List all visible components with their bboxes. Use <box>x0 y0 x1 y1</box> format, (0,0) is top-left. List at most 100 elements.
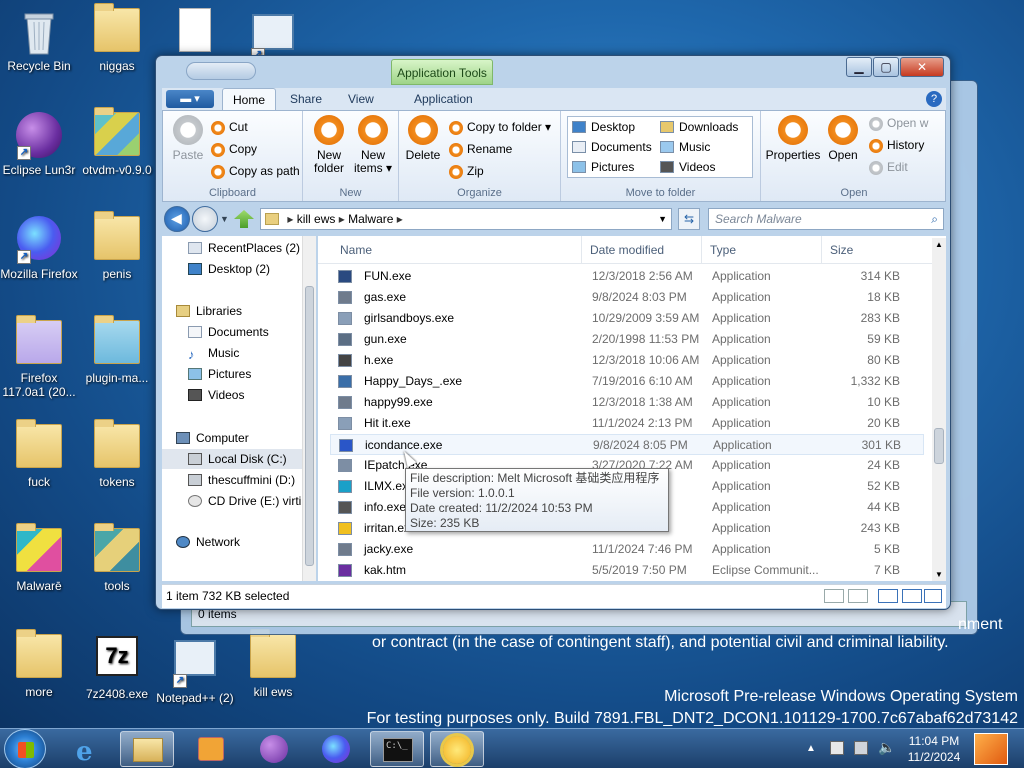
desktop-icon-plugin[interactable]: plugin-ma... <box>78 315 156 385</box>
desktop-icon-firefox[interactable]: ↗ Mozilla Firefox <box>0 216 78 281</box>
nav-pictures[interactable]: Pictures <box>162 364 302 384</box>
scroll-thumb[interactable] <box>934 428 944 464</box>
taskbar-command-prompt[interactable]: C:\_ <box>370 731 424 767</box>
zip-button[interactable]: Zip <box>449 163 484 179</box>
action-center-icon[interactable] <box>830 741 844 755</box>
move-to-pictures[interactable]: Pictures <box>572 160 634 174</box>
scroll-thumb[interactable] <box>305 286 314 566</box>
scroll-down-icon[interactable]: ▼ <box>935 570 943 579</box>
volume-muted-icon[interactable]: 🔈 <box>878 739 895 756</box>
nav-desktop[interactable]: Desktop (2) <box>162 259 302 279</box>
move-to-desktop[interactable]: Desktop <box>572 120 635 134</box>
nav-network[interactable]: Network <box>162 532 302 552</box>
tab-application[interactable]: Application <box>404 88 483 110</box>
minimize-button[interactable]: ▁ <box>846 57 872 77</box>
column-type[interactable]: Type <box>702 236 822 264</box>
new-folder-button[interactable]: New folder <box>309 115 349 175</box>
desktop-icon-folder[interactable]: kill ews <box>234 629 312 699</box>
desktop-icon-tools[interactable]: tools <box>78 523 156 593</box>
breadcrumb-malware[interactable]: Malware <box>348 212 393 226</box>
nav-libraries[interactable]: Libraries <box>162 301 302 321</box>
user-avatar[interactable] <box>974 733 1008 765</box>
nav-recent-places[interactable]: RecentPlaces (2) <box>162 238 302 258</box>
edit-button[interactable]: Edit <box>869 159 908 175</box>
desktop-icon-firefox117[interactable]: Firefox 117.0a1 (20... <box>0 315 78 399</box>
desktop-icon-blank-file[interactable] <box>156 8 234 59</box>
breadcrumb-kill-ews[interactable]: kill ews <box>297 212 336 226</box>
file-row[interactable]: Hit it.exe 11/1/2024 2:13 PM Application 20… <box>330 413 924 434</box>
tab-share[interactable]: Share <box>280 88 332 110</box>
network-icon[interactable] <box>854 741 868 755</box>
new-items-button[interactable]: New items ▾ <box>351 115 395 175</box>
tab-view[interactable]: View <box>338 88 384 110</box>
desktop-icon-7zip[interactable]: 7z 7z2408.exe <box>78 634 156 701</box>
desktop-icon-malware[interactable]: Malwarē <box>0 523 78 593</box>
search-input[interactable]: Search Malware ⌕ <box>708 208 944 230</box>
maximize-button[interactable]: ▢ <box>873 57 899 77</box>
show-hidden-icons-icon[interactable]: ▲ <box>806 743 816 754</box>
rename-button[interactable]: Rename <box>449 141 512 157</box>
open-with-button[interactable]: Open w <box>869 115 928 131</box>
recent-locations-dropdown[interactable]: ▼ <box>220 214 229 224</box>
move-to-documents[interactable]: Documents <box>572 140 652 154</box>
move-to-downloads[interactable]: Downloads <box>660 120 738 134</box>
file-row[interactable]: kak.htm 5/5/2019 7:50 PM Eclipse Communit.… <box>330 560 924 581</box>
navigation-scrollbar[interactable] <box>302 236 316 581</box>
desktop-icon-otvdm[interactable]: otvdm-v0.9.0 <box>78 107 156 177</box>
address-dropdown-icon[interactable]: ▼ <box>658 209 667 229</box>
file-row[interactable]: jacky.exe 11/1/2024 7:46 PM Application 5 K… <box>330 539 924 560</box>
tab-home[interactable]: Home <box>222 88 277 110</box>
taskbar-media-player[interactable] <box>184 731 238 767</box>
copy-as-path-button[interactable]: Copy as path <box>211 163 300 179</box>
file-row[interactable]: FUN.exe 12/3/2018 2:56 AM Application 314 K… <box>330 266 924 287</box>
file-row[interactable]: Happy_Days_.exe 7/19/2016 6:10 AM Applicat… <box>330 371 924 392</box>
file-list-scrollbar[interactable]: ▲ ▼ <box>932 238 946 581</box>
file-row[interactable]: gas.exe 9/8/2024 8:03 PM Application 18 KB <box>330 287 924 308</box>
nav-computer[interactable]: Computer <box>162 428 302 448</box>
desktop-icon-eclipse[interactable]: ↗ Eclipse Lun3r <box>0 112 78 177</box>
open-button[interactable]: Open <box>823 115 863 162</box>
nav-local-disk[interactable]: Local Disk (C:) <box>162 449 302 469</box>
title-bar[interactable]: Application Tools ▁ ▢ ✕ <box>156 56 950 86</box>
list-view-icon[interactable] <box>924 589 942 603</box>
forward-button[interactable] <box>192 206 218 232</box>
move-to-videos[interactable]: Videos <box>660 160 715 174</box>
file-row[interactable]: happy99.exe 12/3/2018 1:38 AM Application 1… <box>330 392 924 413</box>
quick-access-toolbar[interactable] <box>186 62 256 80</box>
up-arrow-icon[interactable] <box>234 210 254 228</box>
taskbar-firefox[interactable] <box>308 731 362 767</box>
file-row[interactable]: icondance.exe 9/8/2024 8:05 PM Application… <box>330 434 924 455</box>
file-row[interactable]: gun.exe 2/20/1998 11:53 PM Application 59 K… <box>330 329 924 350</box>
scroll-up-icon[interactable]: ▲ <box>935 240 943 249</box>
history-button[interactable]: History <box>869 137 924 153</box>
nav-music[interactable]: ♪ Music <box>162 343 302 363</box>
refresh-button[interactable]: ⇆ <box>678 208 700 230</box>
move-to-music[interactable]: Music <box>660 140 710 154</box>
help-icon[interactable]: ? <box>926 91 942 107</box>
desktop-icon-folder[interactable]: more <box>0 629 78 699</box>
desktop-icon-folder[interactable]: penis <box>78 211 156 281</box>
preview-pane-icon[interactable] <box>848 589 868 603</box>
column-name[interactable]: Name <box>326 236 582 264</box>
properties-button[interactable]: Properties <box>765 115 821 162</box>
desktop-icon-folder[interactable]: niggas <box>78 3 156 73</box>
file-row[interactable]: girlsandboys.exe 10/29/2009 3:59 AM Applic… <box>330 308 924 329</box>
nav-cd-drive[interactable]: CD Drive (E:) virti <box>162 491 302 511</box>
taskbar-internet-explorer[interactable]: e <box>62 731 116 767</box>
desktop-icon-folder[interactable]: tokens <box>78 419 156 489</box>
taskbar-explorer[interactable] <box>120 731 174 767</box>
copy-to-folder-button[interactable]: Copy to folder ▾ <box>449 119 551 135</box>
paste-button[interactable]: Paste <box>169 115 207 162</box>
copy-button[interactable]: Copy <box>211 141 257 157</box>
desktop-icon-notepadpp[interactable]: ↗ Notepad++ (2) <box>156 634 234 705</box>
nav-thescuffmini[interactable]: thescuffmini (D:) <box>162 470 302 490</box>
close-button[interactable]: ✕ <box>900 57 944 77</box>
desktop-icon-folder[interactable]: fuck <box>0 419 78 489</box>
start-button[interactable] <box>4 729 46 768</box>
nav-videos[interactable]: Videos <box>162 385 302 405</box>
details-view-icon[interactable] <box>824 589 844 603</box>
clock[interactable]: 11:04 PM 11/2/2024 <box>900 733 968 765</box>
small-icons-view-icon[interactable] <box>902 589 922 603</box>
column-size[interactable]: Size <box>822 236 932 264</box>
cut-button[interactable]: Cut <box>211 119 248 135</box>
